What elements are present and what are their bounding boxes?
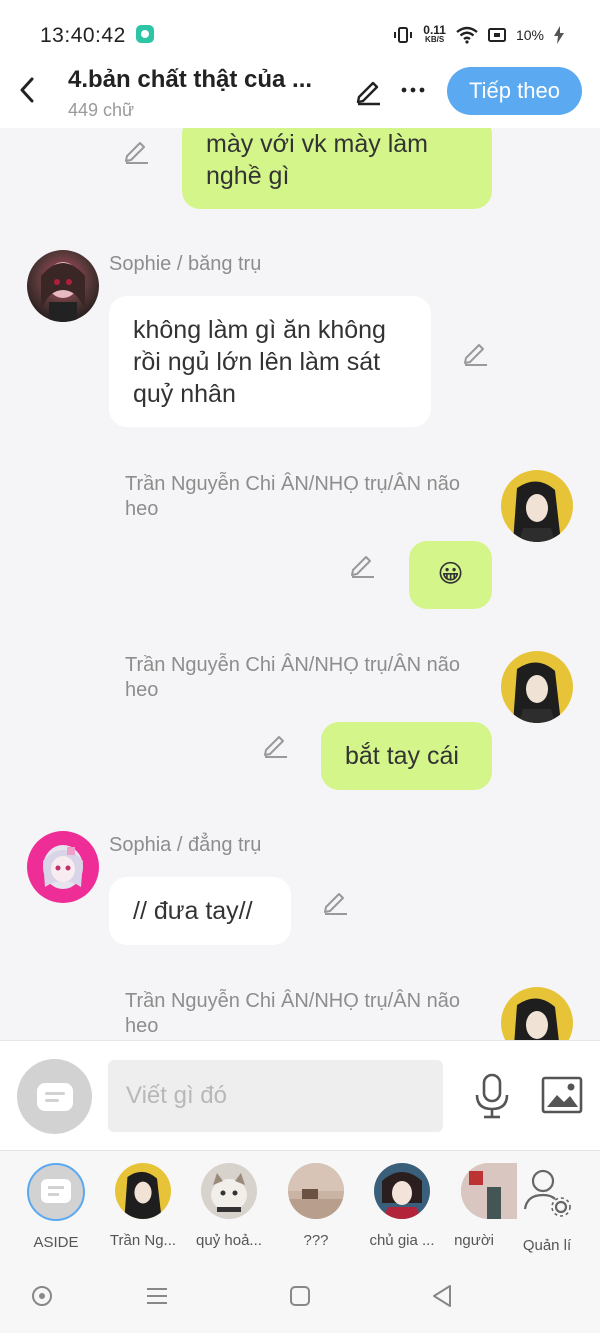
author-name: Trần Nguyễn Chi ÂN/NHỌ trụ/ÂN não heo bbox=[125, 473, 460, 520]
back-icon[interactable] bbox=[14, 72, 40, 108]
story-title: 4.bản chất thật của ... bbox=[68, 66, 313, 93]
edit-title-icon[interactable] bbox=[354, 76, 384, 106]
edit-message-icon[interactable] bbox=[350, 552, 376, 578]
participant-avatar bbox=[115, 1163, 171, 1219]
message-input-box[interactable] bbox=[108, 1060, 443, 1132]
status-time: 13:40:42 bbox=[40, 24, 126, 47]
message-bubble[interactable]: // đưa tay// bbox=[109, 877, 291, 945]
aside-icon bbox=[37, 1083, 73, 1111]
message-bubble[interactable]: không làm gì ăn không rồi ngủ lớn lên là… bbox=[109, 296, 431, 427]
participant-unknown[interactable]: ??? bbox=[276, 1163, 356, 1249]
more-options-icon[interactable] bbox=[400, 78, 426, 102]
participant-label: ??? bbox=[303, 1232, 329, 1249]
participant-avatar bbox=[288, 1163, 344, 1219]
participant-label: người bbox=[454, 1232, 494, 1249]
microphone-icon[interactable] bbox=[472, 1073, 512, 1119]
participants-bar: ASIDE Trần Ng... quỷ hoả... ??? chủ gia … bbox=[0, 1150, 600, 1260]
word-count: 449 chữ bbox=[68, 100, 135, 120]
participant-tran-nguyen[interactable]: Trần Ng... bbox=[103, 1163, 183, 1249]
chat-header: 4.bản chất thật của ... 449 chữ Tiếp the… bbox=[0, 60, 600, 128]
status-icons: 0.11 KB/S 10% bbox=[393, 22, 564, 48]
aside-avatar bbox=[27, 1163, 85, 1221]
participant-aside[interactable]: ASIDE bbox=[16, 1163, 96, 1251]
edit-message-icon[interactable] bbox=[463, 340, 489, 366]
avatar-sophie[interactable] bbox=[27, 250, 99, 322]
user-settings-icon bbox=[523, 1169, 571, 1217]
edit-message-icon[interactable] bbox=[263, 732, 289, 758]
next-button[interactable]: Tiếp theo bbox=[447, 67, 582, 115]
message-bubble[interactable]: 😀 bbox=[409, 541, 492, 609]
edit-message-icon[interactable] bbox=[124, 138, 150, 164]
battery-percent: 10% bbox=[515, 27, 544, 43]
message-input[interactable] bbox=[108, 1060, 443, 1132]
back-nav-icon[interactable] bbox=[430, 1284, 454, 1308]
avatar-sophia[interactable] bbox=[27, 831, 99, 903]
network-speed-unit: KB/S bbox=[425, 35, 445, 44]
charging-icon bbox=[554, 26, 564, 44]
participant-avatar bbox=[201, 1163, 257, 1219]
participant-label: chủ gia ... bbox=[369, 1232, 435, 1249]
message-bubble[interactable]: mày với vk mày làm nghề gì bbox=[182, 128, 492, 209]
avatar-tran-nguyen[interactable] bbox=[501, 987, 573, 1040]
home-nav-icon[interactable] bbox=[288, 1284, 312, 1308]
assistant-nav-icon[interactable] bbox=[30, 1284, 54, 1308]
image-icon[interactable] bbox=[541, 1076, 583, 1114]
menu-nav-icon[interactable] bbox=[145, 1284, 169, 1308]
vibrate-icon bbox=[394, 27, 413, 43]
participant-label: Trần Ng... bbox=[109, 1232, 177, 1249]
avatar-tran-nguyen[interactable] bbox=[501, 651, 573, 723]
aside-toggle-button[interactable] bbox=[17, 1059, 92, 1134]
participant-label: ASIDE bbox=[33, 1234, 79, 1251]
chat-area[interactable]: mày với vk mày làm nghề gì Sophie / băng… bbox=[0, 128, 600, 1040]
author-name: Trần Nguyễn Chi ÂN/NHỌ trụ/ÂN não heo bbox=[125, 654, 460, 701]
network-speed: 0.11 KB/S bbox=[423, 23, 446, 45]
wifi-icon bbox=[456, 26, 478, 44]
system-nav-bar bbox=[0, 1260, 600, 1333]
edit-message-icon[interactable] bbox=[323, 889, 349, 915]
status-bar: 13:40:42 0.11 KB/S 10% bbox=[0, 0, 600, 60]
message-composer bbox=[0, 1040, 600, 1150]
author-name: Trần Nguyễn Chi ÂN/NHỌ trụ/ÂN não heo bbox=[125, 990, 460, 1037]
avatar-tran-nguyen[interactable] bbox=[501, 470, 573, 542]
author-name: Sophie / băng trụ bbox=[109, 253, 262, 275]
participant-quy-hoa[interactable]: quỷ hoả... bbox=[189, 1163, 269, 1249]
participant-label: quỷ hoả... bbox=[196, 1232, 262, 1249]
cast-icon bbox=[487, 28, 506, 42]
network-speed-value: 0.11 bbox=[423, 23, 446, 37]
participant-chu-gia[interactable]: chủ gia ... bbox=[362, 1163, 442, 1249]
participant-avatar bbox=[374, 1163, 430, 1219]
message-bubble[interactable]: bắt tay cái bbox=[321, 722, 492, 790]
participant-nguoi[interactable]: người bbox=[437, 1163, 517, 1249]
author-name: Sophia / đẳng trụ bbox=[109, 834, 262, 856]
app-notification-icon bbox=[136, 25, 154, 43]
manage-button[interactable]: Quản lí bbox=[507, 1163, 587, 1254]
participant-label: Quản lí bbox=[522, 1237, 572, 1254]
